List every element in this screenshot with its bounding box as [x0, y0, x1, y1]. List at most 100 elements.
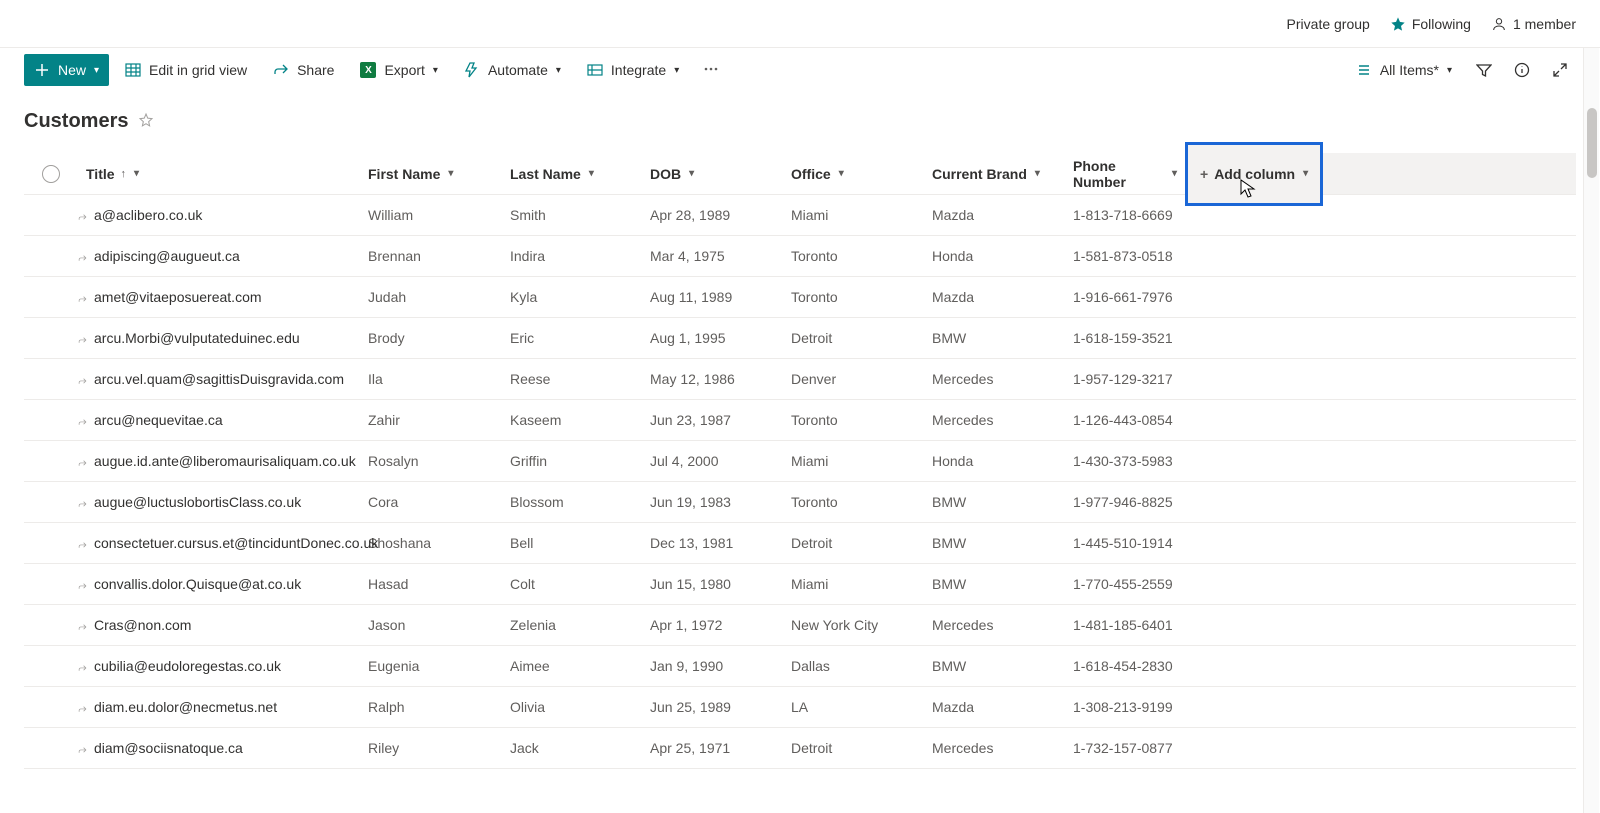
- title-link[interactable]: augue.id.ante@liberomaurisaliquam.co.uk: [94, 453, 356, 469]
- cell-title[interactable]: augue.id.ante@liberomaurisaliquam.co.uk: [78, 453, 360, 469]
- table-row[interactable]: augue.id.ante@liberomaurisaliquam.co.ukR…: [24, 441, 1576, 482]
- title-link[interactable]: convallis.dolor.Quisque@at.co.uk: [94, 576, 301, 592]
- title-link[interactable]: diam.eu.dolor@necmetus.net: [94, 699, 277, 715]
- title-link[interactable]: arcu.vel.quam@sagittisDuisgravida.com: [94, 371, 344, 387]
- table-row[interactable]: cubilia@eudoloregestas.co.ukEugeniaAimee…: [24, 646, 1576, 687]
- cell-dob: Apr 28, 1989: [642, 207, 783, 223]
- table-row[interactable]: arcu.vel.quam@sagittisDuisgravida.comIla…: [24, 359, 1576, 400]
- scrollbar-thumb[interactable]: [1587, 108, 1597, 178]
- column-header-current-brand[interactable]: Current Brand ▾: [924, 166, 1065, 182]
- title-link[interactable]: adipiscing@augueut.ca: [94, 248, 240, 264]
- star-filled-icon: [1390, 16, 1406, 32]
- share-button[interactable]: Share: [263, 54, 344, 86]
- title-link[interactable]: amet@vitaeposuereat.com: [94, 289, 262, 305]
- cell-title[interactable]: arcu@nequevitae.ca: [78, 412, 360, 428]
- cell-title[interactable]: cubilia@eudoloregestas.co.uk: [78, 658, 360, 674]
- title-link[interactable]: augue@luctuslobortisClass.co.uk: [94, 494, 301, 510]
- integrate-button[interactable]: Integrate ▾: [577, 54, 689, 86]
- column-header-dob[interactable]: DOB ▾: [642, 166, 783, 182]
- cell-last-name: Blossom: [502, 494, 642, 510]
- table-row[interactable]: adipiscing@augueut.caBrennanIndiraMar 4,…: [24, 236, 1576, 277]
- cell-last-name: Kyla: [502, 289, 642, 305]
- cell-title[interactable]: a@aclibero.co.uk: [78, 207, 360, 223]
- cell-first-name: Zahir: [360, 412, 502, 428]
- column-header-last-name[interactable]: Last Name ▾: [502, 166, 642, 182]
- shared-indicator-icon: [78, 377, 88, 387]
- cell-office: Toronto: [783, 248, 924, 264]
- automate-button[interactable]: Automate ▾: [454, 54, 571, 86]
- vertical-scrollbar[interactable]: [1583, 48, 1599, 813]
- title-link[interactable]: arcu.Morbi@vulputateduinec.edu: [94, 330, 300, 346]
- members-link[interactable]: 1 member: [1491, 16, 1576, 32]
- table-row[interactable]: diam@sociisnatoque.caRileyJackApr 25, 19…: [24, 728, 1576, 769]
- table-row[interactable]: arcu.Morbi@vulputateduinec.eduBrodyEricA…: [24, 318, 1576, 359]
- table-row[interactable]: augue@luctuslobortisClass.co.ukCoraBloss…: [24, 482, 1576, 523]
- cell-phone: 1-770-455-2559: [1065, 576, 1185, 592]
- cell-title[interactable]: amet@vitaeposuereat.com: [78, 289, 360, 305]
- table-row[interactable]: convallis.dolor.Quisque@at.co.ukHasadCol…: [24, 564, 1576, 605]
- title-link[interactable]: a@aclibero.co.uk: [94, 207, 202, 223]
- chevron-down-icon: ▾: [689, 168, 694, 179]
- table-row[interactable]: diam.eu.dolor@necmetus.netRalphOliviaJun…: [24, 687, 1576, 728]
- excel-icon: X: [360, 62, 376, 78]
- view-selector[interactable]: All Items* ▾: [1346, 54, 1462, 86]
- column-header-first-name[interactable]: First Name ▾: [360, 166, 502, 182]
- more-actions-button[interactable]: [695, 54, 727, 86]
- cell-phone: 1-308-213-9199: [1065, 699, 1185, 715]
- cell-title[interactable]: convallis.dolor.Quisque@at.co.uk: [78, 576, 360, 592]
- cell-dob: Apr 25, 1971: [642, 740, 783, 756]
- cell-title[interactable]: augue@luctuslobortisClass.co.uk: [78, 494, 360, 510]
- cell-phone: 1-581-873-0518: [1065, 248, 1185, 264]
- cell-dob: Jun 15, 1980: [642, 576, 783, 592]
- column-header-title[interactable]: Title ↑ ▾: [78, 166, 360, 182]
- table-row[interactable]: Cras@non.comJasonZeleniaApr 1, 1972New Y…: [24, 605, 1576, 646]
- cell-last-name: Zelenia: [502, 617, 642, 633]
- chevron-down-icon: ▾: [1035, 168, 1040, 179]
- cell-first-name: Ralph: [360, 699, 502, 715]
- cell-dob: Mar 4, 1975: [642, 248, 783, 264]
- table-row[interactable]: arcu@nequevitae.caZahirKaseemJun 23, 198…: [24, 400, 1576, 441]
- title-link[interactable]: consectetuer.cursus.et@tinciduntDonec.co…: [94, 535, 378, 551]
- cell-first-name: Shoshana: [360, 535, 502, 551]
- new-button[interactable]: New ▾: [24, 54, 109, 86]
- favorite-button[interactable]: [138, 112, 154, 131]
- chevron-down-icon: ▾: [556, 65, 561, 76]
- chevron-down-icon: ▾: [448, 168, 453, 179]
- column-header-label: Last Name: [510, 166, 581, 182]
- select-all-cell[interactable]: [24, 165, 78, 183]
- cell-dob: May 12, 1986: [642, 371, 783, 387]
- column-header-office[interactable]: Office ▾: [783, 166, 924, 182]
- add-column-button[interactable]: + Add column ▾: [1188, 145, 1320, 203]
- list-title: Customers: [24, 110, 128, 133]
- cell-title[interactable]: Cras@non.com: [78, 617, 360, 633]
- share-label: Share: [297, 62, 334, 78]
- cell-title[interactable]: arcu.Morbi@vulputateduinec.edu: [78, 330, 360, 346]
- cell-first-name: Eugenia: [360, 658, 502, 674]
- title-link[interactable]: arcu@nequevitae.ca: [94, 412, 223, 428]
- expand-button[interactable]: [1544, 54, 1576, 86]
- cell-dob: Dec 13, 1981: [642, 535, 783, 551]
- info-button[interactable]: [1506, 54, 1538, 86]
- filter-button[interactable]: [1468, 54, 1500, 86]
- follow-toggle[interactable]: Following: [1390, 16, 1471, 32]
- table-row[interactable]: amet@vitaeposuereat.comJudahKylaAug 11, …: [24, 277, 1576, 318]
- column-header-phone-number[interactable]: Phone Number ▾: [1065, 158, 1185, 190]
- cell-last-name: Eric: [502, 330, 642, 346]
- cell-title[interactable]: arcu.vel.quam@sagittisDuisgravida.com: [78, 371, 360, 387]
- add-column-label: Add column: [1214, 166, 1295, 182]
- cell-title[interactable]: consectetuer.cursus.et@tinciduntDonec.co…: [78, 535, 360, 551]
- cell-office: Dallas: [783, 658, 924, 674]
- cell-office: Detroit: [783, 330, 924, 346]
- cell-title[interactable]: diam.eu.dolor@necmetus.net: [78, 699, 360, 715]
- info-icon: [1514, 62, 1530, 78]
- cell-title[interactable]: adipiscing@augueut.ca: [78, 248, 360, 264]
- table-row[interactable]: consectetuer.cursus.et@tinciduntDonec.co…: [24, 523, 1576, 564]
- title-link[interactable]: diam@sociisnatoque.ca: [94, 740, 243, 756]
- table-row[interactable]: a@aclibero.co.ukWilliamSmithApr 28, 1989…: [24, 195, 1576, 236]
- export-button[interactable]: X Export ▾: [350, 54, 448, 86]
- cell-title[interactable]: diam@sociisnatoque.ca: [78, 740, 360, 756]
- title-link[interactable]: cubilia@eudoloregestas.co.uk: [94, 658, 281, 674]
- edit-grid-button[interactable]: Edit in grid view: [115, 54, 257, 86]
- title-link[interactable]: Cras@non.com: [94, 617, 191, 633]
- cell-phone: 1-618-454-2830: [1065, 658, 1185, 674]
